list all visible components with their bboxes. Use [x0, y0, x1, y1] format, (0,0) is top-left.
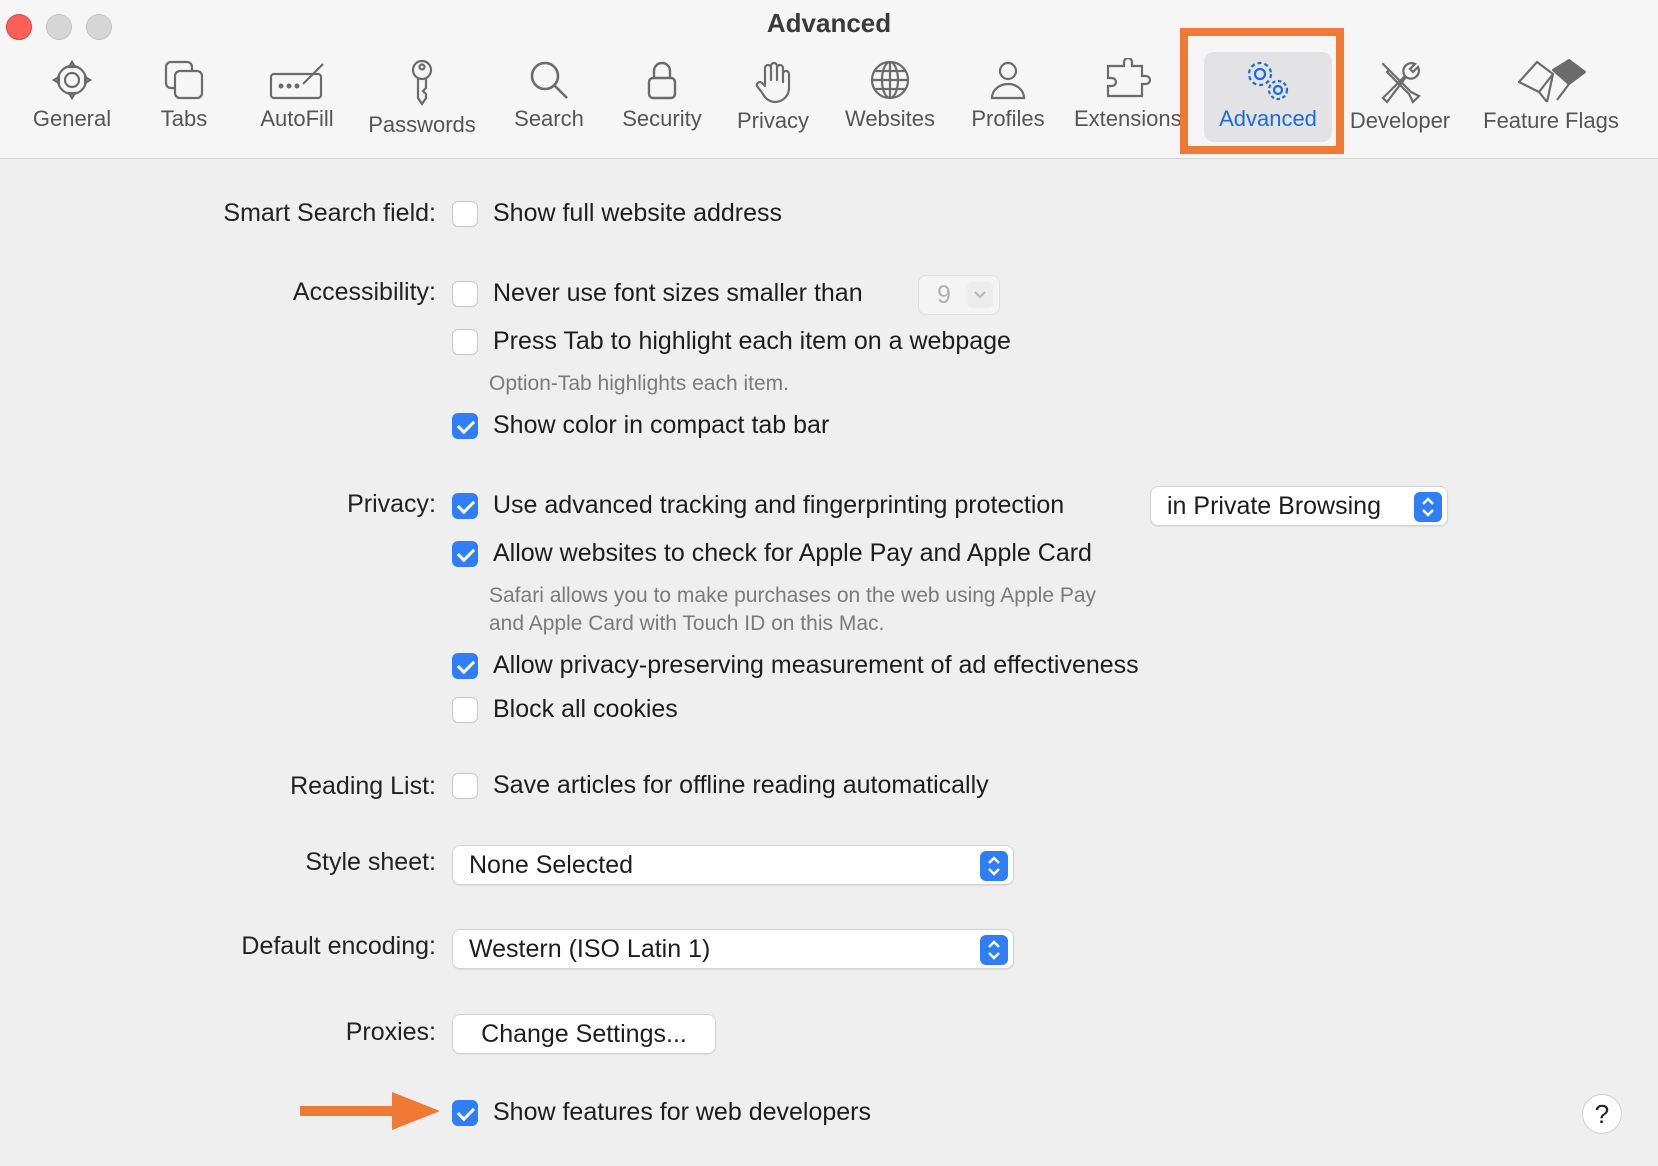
tab-profiles-label: Profiles: [971, 106, 1045, 131]
tab-websites-label: Websites: [844, 106, 936, 131]
apple-pay-checkbox[interactable]: [452, 541, 478, 567]
apple-pay-note-line1: Safari allows you to make purchases on t…: [489, 584, 1097, 607]
style-sheet-value: None Selected: [469, 851, 634, 879]
default-encoding-label: Default encoding:: [241, 932, 436, 960]
show-full-address-text: Show full website address: [493, 199, 783, 227]
style-sheet-select[interactable]: None Selected: [452, 845, 1014, 885]
tab-security[interactable]: Security: [612, 58, 712, 140]
default-encoding-value: Western (ISO Latin 1): [469, 935, 711, 963]
tab-security-label: Security: [622, 106, 702, 131]
web-developer-features-checkbox[interactable]: [452, 1100, 478, 1126]
ad-measurement-text: Allow privacy-preserving measurement of …: [493, 651, 1139, 679]
min-font-size-value: 9: [937, 281, 951, 309]
apple-pay-text: Allow websites to check for Apple Pay an…: [493, 539, 1092, 567]
tab-autofill[interactable]: AutoFill: [250, 58, 344, 140]
reading-list-label: Reading List:: [290, 772, 436, 800]
tab-profiles[interactable]: Profiles: [960, 58, 1056, 140]
help-button[interactable]: ?: [1582, 1094, 1622, 1134]
min-font-size-select: 9: [918, 275, 1000, 315]
tab-passwords-label: Passwords: [368, 112, 476, 137]
tab-feature-flags-label: Feature Flags: [1483, 108, 1619, 133]
annotation-arrow-icon: [300, 1092, 440, 1130]
default-encoding-select[interactable]: Western (ISO Latin 1): [452, 929, 1014, 969]
proxies-label: Proxies:: [345, 1018, 436, 1046]
accessibility-label: Accessibility:: [292, 278, 436, 306]
up-down-chevron-icon: [1414, 492, 1442, 522]
tools-icon: [1381, 62, 1421, 104]
save-offline-text: Save articles for offline reading automa…: [493, 771, 989, 799]
lock-icon: [647, 61, 677, 100]
min-font-size-checkbox[interactable]: [452, 281, 478, 307]
apple-pay-note-line2: and Apple Card with Touch ID on this Mac…: [489, 612, 885, 635]
press-tab-text: Press Tab to highlight each item on a we…: [493, 327, 1011, 355]
tab-search-label: Search: [514, 106, 584, 131]
show-color-tab-bar-checkbox[interactable]: [452, 413, 478, 439]
tracking-mode-select[interactable]: in Private Browsing: [1150, 486, 1448, 526]
tab-developer-label: Developer: [1349, 108, 1451, 133]
key-icon: [411, 59, 433, 106]
option-tab-note: Option-Tab highlights each item.: [489, 372, 789, 395]
tracking-mode-value: in Private Browsing: [1167, 492, 1381, 520]
up-down-chevron-icon: [980, 935, 1008, 965]
toolbar: Advanced General Tabs AutoFill Passwords…: [0, 0, 1658, 159]
tab-general[interactable]: General: [20, 58, 124, 140]
person-icon: [990, 61, 1026, 100]
privacy-label: Privacy:: [347, 490, 436, 518]
tab-extensions-label: Extensions: [1074, 106, 1180, 131]
tab-websites[interactable]: Websites: [834, 58, 946, 140]
tab-privacy-label: Privacy: [736, 108, 810, 133]
block-cookies-checkbox[interactable]: [452, 697, 478, 723]
tracking-protection-checkbox[interactable]: [452, 493, 478, 519]
show-full-address-checkbox[interactable]: [452, 201, 478, 227]
show-color-tab-bar-text: Show color in compact tab bar: [493, 411, 830, 439]
advanced-tab-highlight: [1180, 28, 1344, 154]
up-down-chevron-icon: [980, 851, 1008, 881]
press-tab-checkbox[interactable]: [452, 329, 478, 355]
search-icon: [530, 61, 568, 99]
tab-tabs-label: Tabs: [160, 106, 208, 131]
tab-developer[interactable]: Developer: [1344, 58, 1456, 140]
tab-tabs[interactable]: Tabs: [138, 58, 230, 140]
flags-icon: [1517, 58, 1587, 103]
window-title: Advanced: [766, 8, 892, 38]
tab-search[interactable]: Search: [500, 58, 598, 140]
tab-autofill-label: AutoFill: [260, 106, 334, 131]
tab-privacy[interactable]: Privacy: [726, 58, 820, 140]
autofill-icon: [269, 63, 324, 100]
puzzle-icon: [1106, 58, 1152, 98]
hand-icon: [755, 61, 791, 104]
tabs-icon: [164, 60, 204, 100]
web-developer-features-text: Show features for web developers: [493, 1098, 871, 1126]
gear-icon: [51, 59, 93, 101]
tab-passwords[interactable]: Passwords: [362, 58, 482, 140]
ad-measurement-checkbox[interactable]: [452, 653, 478, 679]
block-cookies-text: Block all cookies: [493, 695, 678, 723]
min-font-size-text: Never use font sizes smaller than: [493, 279, 863, 307]
tracking-protection-text: Use advanced tracking and fingerprinting…: [493, 491, 1065, 519]
settings-window: Advanced General Tabs AutoFill Passwords…: [0, 0, 1658, 1166]
chevron-down-icon: [967, 282, 993, 308]
tab-extensions[interactable]: Extensions: [1074, 58, 1180, 140]
style-sheet-label: Style sheet:: [305, 848, 436, 876]
tab-general-label: General: [32, 106, 112, 131]
save-offline-checkbox[interactable]: [452, 773, 478, 799]
smart-search-label: Smart Search field:: [223, 199, 436, 227]
tab-feature-flags[interactable]: Feature Flags: [1476, 58, 1626, 140]
change-settings-button[interactable]: Change Settings...: [452, 1014, 716, 1054]
globe-icon: [870, 60, 910, 100]
